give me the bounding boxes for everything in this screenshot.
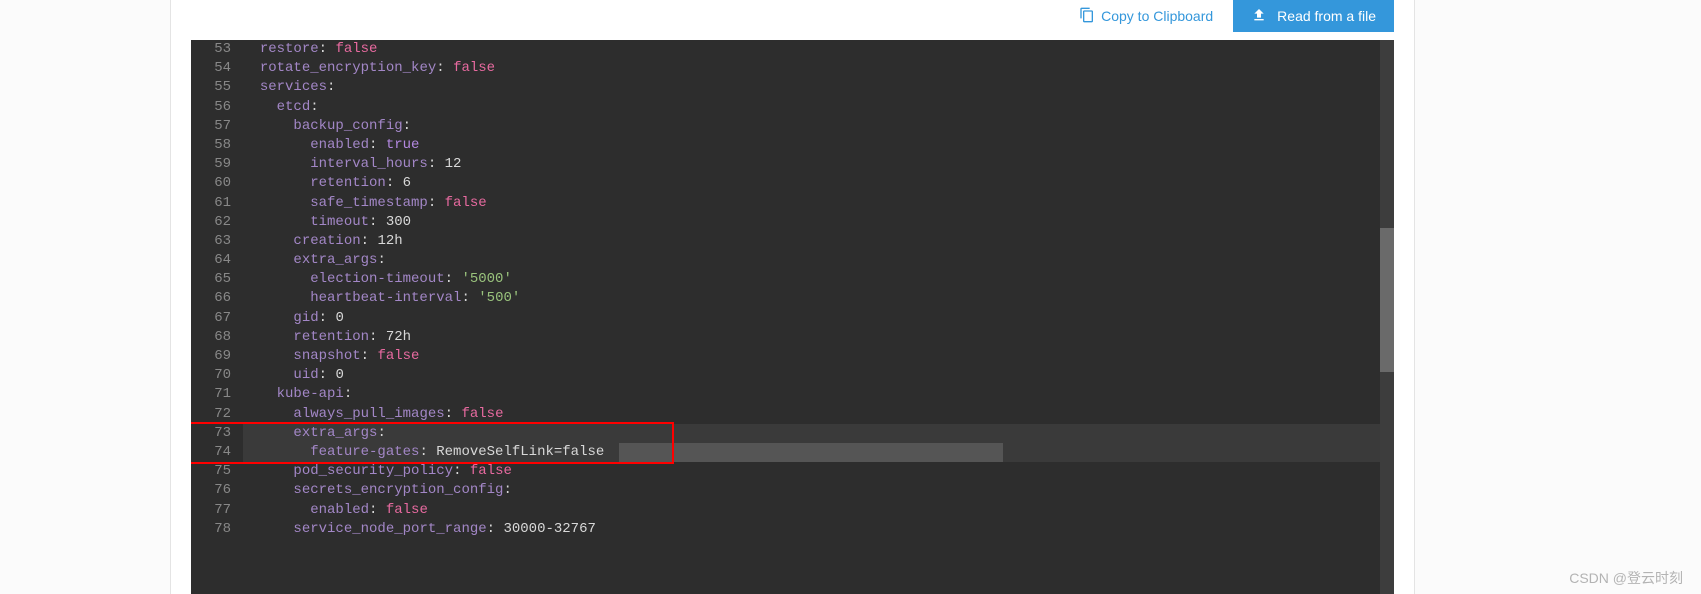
line-number: 78 bbox=[191, 520, 231, 539]
line-number: 75 bbox=[191, 462, 231, 481]
code-line[interactable]: safe_timestamp: false bbox=[243, 194, 1380, 213]
page-root: Copy to Clipboard Read from a file 53545… bbox=[0, 0, 1701, 594]
line-number: 73 bbox=[191, 424, 231, 443]
read-from-file-button[interactable]: Read from a file bbox=[1233, 0, 1394, 32]
line-number: 54 bbox=[191, 59, 231, 78]
line-number: 60 bbox=[191, 174, 231, 193]
line-number: 61 bbox=[191, 194, 231, 213]
line-number: 74 bbox=[191, 443, 231, 462]
line-number: 69 bbox=[191, 347, 231, 366]
read-label: Read from a file bbox=[1277, 8, 1376, 24]
copy-to-clipboard-button[interactable]: Copy to Clipboard bbox=[1067, 0, 1225, 32]
code-line[interactable]: extra_args: bbox=[243, 424, 1380, 443]
line-number: 56 bbox=[191, 98, 231, 117]
line-number: 53 bbox=[191, 40, 231, 59]
line-number: 67 bbox=[191, 309, 231, 328]
code-line[interactable]: secrets_encryption_config: bbox=[243, 481, 1380, 500]
code-line[interactable]: pod_security_policy: false bbox=[243, 462, 1380, 481]
line-number: 77 bbox=[191, 501, 231, 520]
code-line[interactable]: rotate_encryption_key: false bbox=[243, 59, 1380, 78]
line-number: 58 bbox=[191, 136, 231, 155]
code-line[interactable]: extra_args: bbox=[243, 251, 1380, 270]
code-line[interactable]: creation: 12h bbox=[243, 232, 1380, 251]
line-number: 66 bbox=[191, 289, 231, 308]
line-number: 70 bbox=[191, 366, 231, 385]
line-number: 72 bbox=[191, 405, 231, 424]
content-frame: Copy to Clipboard Read from a file 53545… bbox=[170, 0, 1415, 594]
code-line[interactable]: retention: 72h bbox=[243, 328, 1380, 347]
scrollbar-thumb[interactable] bbox=[1380, 228, 1394, 372]
copy-icon bbox=[1079, 7, 1095, 26]
code-line[interactable]: snapshot: false bbox=[243, 347, 1380, 366]
code-line[interactable]: always_pull_images: false bbox=[243, 405, 1380, 424]
code-line[interactable]: backup_config: bbox=[243, 117, 1380, 136]
line-number: 68 bbox=[191, 328, 231, 347]
code-line[interactable]: heartbeat-interval: '500' bbox=[243, 289, 1380, 308]
line-number: 65 bbox=[191, 270, 231, 289]
top-actions-bar: Copy to Clipboard Read from a file bbox=[1067, 0, 1414, 32]
line-number: 59 bbox=[191, 155, 231, 174]
watermark: CSDN @登云时刻 bbox=[1569, 568, 1683, 588]
line-number: 62 bbox=[191, 213, 231, 232]
line-number-gutter: 5354555657585960616263646566676869707172… bbox=[191, 40, 243, 594]
line-number: 76 bbox=[191, 481, 231, 500]
line-number: 55 bbox=[191, 78, 231, 97]
code-line[interactable]: etcd: bbox=[243, 98, 1380, 117]
code-line[interactable]: enabled: true bbox=[243, 136, 1380, 155]
code-line[interactable]: kube-api: bbox=[243, 385, 1380, 404]
code-area[interactable]: restore: false rotate_encryption_key: fa… bbox=[243, 40, 1380, 594]
code-line[interactable]: gid: 0 bbox=[243, 309, 1380, 328]
copy-label: Copy to Clipboard bbox=[1101, 8, 1213, 24]
code-line[interactable]: enabled: false bbox=[243, 501, 1380, 520]
upload-icon bbox=[1251, 7, 1267, 26]
line-number: 64 bbox=[191, 251, 231, 270]
line-number: 63 bbox=[191, 232, 231, 251]
code-line[interactable]: restore: false bbox=[243, 40, 1380, 59]
line-number: 57 bbox=[191, 117, 231, 136]
code-line[interactable]: services: bbox=[243, 78, 1380, 97]
code-line[interactable]: interval_hours: 12 bbox=[243, 155, 1380, 174]
code-editor[interactable]: 5354555657585960616263646566676869707172… bbox=[191, 40, 1394, 594]
code-line[interactable]: feature-gates: RemoveSelfLink=false bbox=[243, 443, 1380, 462]
code-line[interactable]: timeout: 300 bbox=[243, 213, 1380, 232]
code-line[interactable]: service_node_port_range: 30000-32767 bbox=[243, 520, 1380, 539]
code-line[interactable]: uid: 0 bbox=[243, 366, 1380, 385]
code-line[interactable]: retention: 6 bbox=[243, 174, 1380, 193]
code-line[interactable]: election-timeout: '5000' bbox=[243, 270, 1380, 289]
line-number: 71 bbox=[191, 385, 231, 404]
scrollbar-track[interactable] bbox=[1380, 40, 1394, 594]
